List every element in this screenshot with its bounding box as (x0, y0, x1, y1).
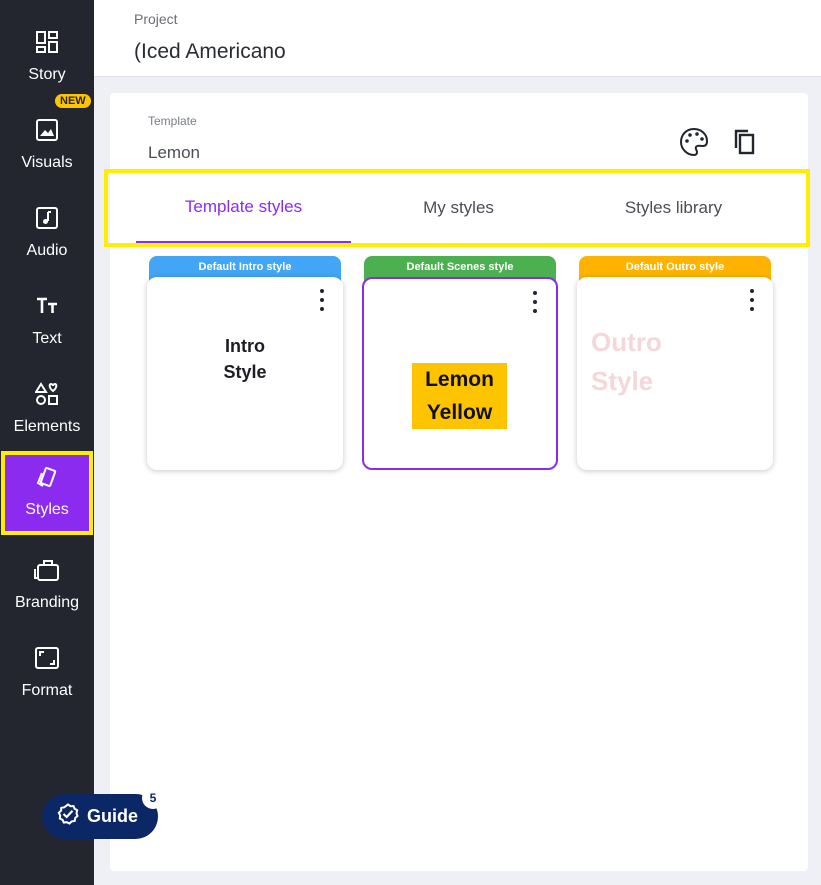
sidebar-item-label: Text (32, 330, 62, 347)
palette-icon[interactable] (678, 126, 710, 158)
project-header: Project (Iced Americano (94, 0, 821, 77)
sidebar-item-label: Styles (25, 501, 69, 518)
sidebar-item-label: Audio (26, 242, 68, 259)
intro-preview-text: Intro Style (223, 336, 267, 382)
tab-template-styles[interactable]: Template styles (136, 173, 351, 243)
card-preview[interactable]: Outro Style (577, 277, 773, 470)
card-preview[interactable]: Lemon Yellow (362, 277, 558, 470)
more-options-icon[interactable] (315, 289, 329, 311)
shapes-icon (0, 380, 94, 408)
new-badge: NEW (55, 94, 91, 108)
tab-my-styles[interactable]: My styles (351, 173, 566, 243)
scenes-style-card[interactable]: Default Scenes style Lemon Yellow (362, 256, 558, 470)
sidebar-item-styles[interactable]: Styles (1, 451, 93, 535)
guide-count-badge: 5 (142, 787, 164, 809)
text-icon (0, 292, 94, 320)
copy-icon[interactable] (729, 126, 761, 158)
styles-icon (1, 465, 93, 493)
sidebar-item-label: Format (21, 682, 73, 699)
template-label: Template (148, 114, 197, 128)
sidebar-item-audio[interactable]: Audio (0, 182, 94, 266)
style-tabs: Template styles My styles Styles library (104, 169, 810, 247)
sidebar-item-format[interactable]: Format (0, 622, 94, 706)
sidebar-item-label: Branding (14, 594, 80, 611)
dashboard-icon (0, 28, 94, 56)
music-note-icon (0, 204, 94, 232)
more-options-icon[interactable] (528, 291, 542, 313)
sidebar-item-label: Story (28, 66, 66, 83)
sidebar: Story Visuals NEW Audio Text Elements St… (0, 0, 94, 885)
intro-style-card[interactable]: Default Intro style Intro Style (147, 256, 343, 470)
guide-button[interactable]: Guide (42, 794, 158, 839)
sidebar-item-text[interactable]: Text (0, 270, 94, 354)
sidebar-item-branding[interactable]: Branding (0, 534, 94, 618)
sidebar-item-elements[interactable]: Elements (0, 358, 94, 442)
more-options-icon[interactable] (745, 289, 759, 311)
outro-preview-text: Outro Style (591, 327, 662, 396)
scenes-preview-text: Lemon Yellow (412, 363, 507, 429)
image-icon (0, 116, 94, 144)
check-badge-icon (57, 803, 79, 830)
project-label: Project (134, 11, 178, 27)
sidebar-item-label: Visuals (21, 154, 73, 171)
briefcase-icon (0, 556, 94, 584)
sidebar-item-story[interactable]: Story (0, 6, 94, 90)
tab-styles-library[interactable]: Styles library (566, 173, 781, 243)
card-preview[interactable]: Intro Style (147, 277, 343, 470)
sidebar-item-label: Elements (13, 418, 81, 435)
project-name[interactable]: (Iced Americano (134, 40, 286, 64)
guide-label: Guide (87, 806, 139, 826)
template-name: Lemon (148, 143, 200, 162)
outro-style-card[interactable]: Default Outro style Outro Style (577, 256, 773, 470)
aspect-ratio-icon (0, 644, 94, 672)
